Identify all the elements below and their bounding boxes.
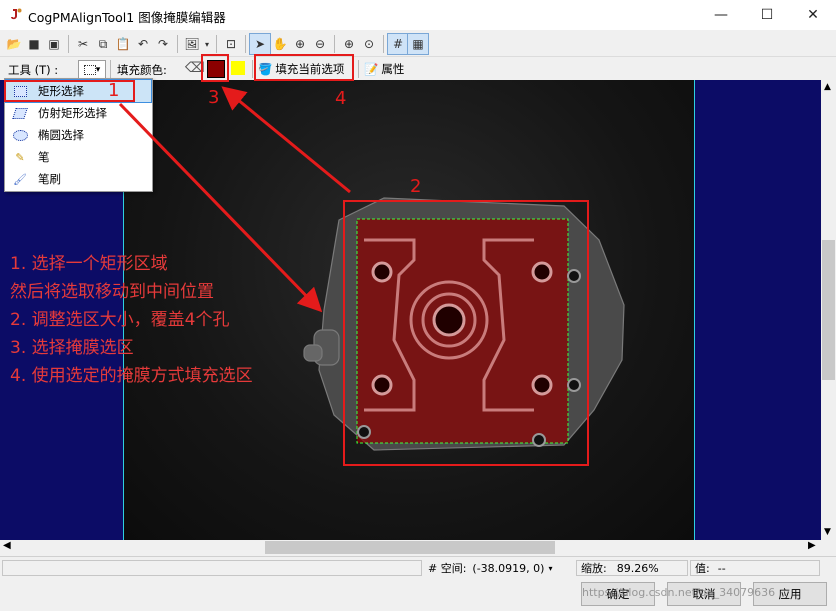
status-value: 值: -- xyxy=(690,560,820,576)
zoom-value: 89.26% xyxy=(616,561,659,575)
value-label: 值: xyxy=(695,562,710,575)
instruction-line: 3. 选择掩膜选区 xyxy=(10,338,134,358)
status-message xyxy=(2,560,422,576)
instruction-line: 4. 使用选定的掩膜方式填充选区 xyxy=(10,366,253,386)
watermark: https://blog.csdn.net/qq_34079636 xyxy=(582,586,776,599)
status-zoom: 缩放: 89.26% xyxy=(576,560,688,576)
coords-value: (-38.0919, 0) xyxy=(472,561,545,575)
instruction-line: 然后将选取移动到中间位置 xyxy=(10,282,214,302)
zoom-label: 缩放: xyxy=(581,562,607,575)
status-space: # 空间: (-38.0919, 0) ▾ xyxy=(424,560,574,576)
arrow-to-fill-color xyxy=(221,86,351,194)
chevron-down-icon[interactable]: ▾ xyxy=(548,564,552,573)
status-bar: # 空间: (-38.0919, 0) ▾ 缩放: 89.26% 值: -- xyxy=(0,556,836,577)
instruction-line: 2. 调整选区大小，覆盖4个孔 xyxy=(10,310,230,330)
pixel-value: -- xyxy=(717,561,726,575)
instruction-line: 1. 选择一个矩形区域 xyxy=(10,254,168,274)
space-label: # 空间: xyxy=(428,562,467,575)
instructions: 1. 选择一个矩形区域 然后将选取移动到中间位置 2. 调整选区大小，覆盖4个孔… xyxy=(10,250,253,390)
